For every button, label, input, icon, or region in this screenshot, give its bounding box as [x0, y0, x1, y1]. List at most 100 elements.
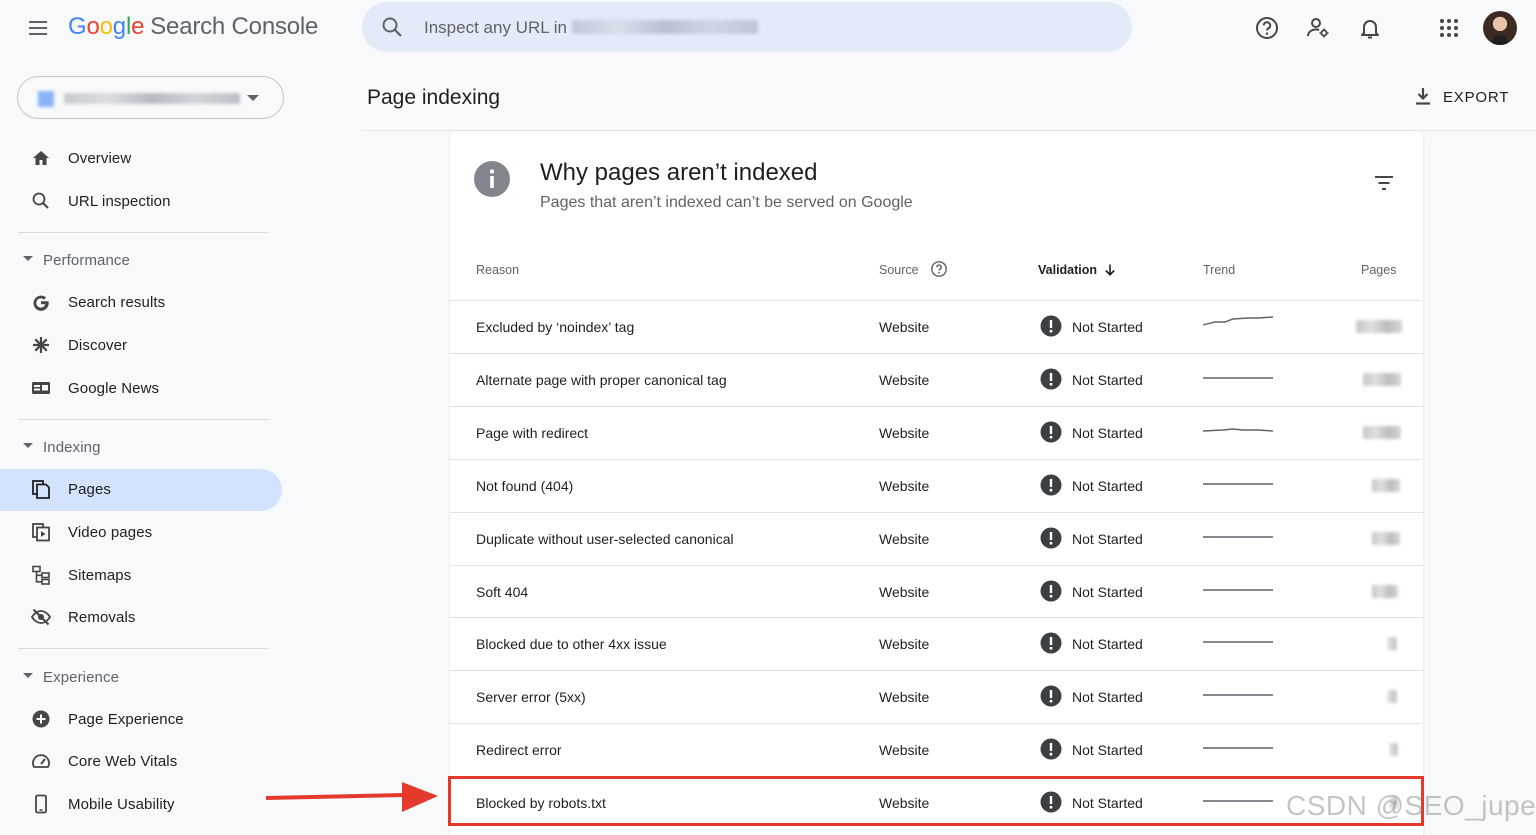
property-selector[interactable] — [17, 76, 284, 119]
alert-circle-icon — [1040, 791, 1062, 813]
product-name: Search Console — [150, 13, 319, 40]
sidebar-section-performance[interactable]: Performance — [0, 245, 282, 275]
sidebar-item-label: Core Web Vitals — [68, 753, 178, 770]
table-row[interactable]: Not found (404) Website Not Started — [450, 458, 1423, 512]
card-subtitle: Pages that aren’t indexed can’t be serve… — [540, 194, 913, 211]
trend-sparkline — [1203, 428, 1273, 432]
sidebar-item-url-inspection[interactable]: URL inspection — [0, 181, 282, 223]
column-header-trend: Trend — [1203, 263, 1236, 277]
download-icon — [1416, 88, 1430, 105]
reason-cell: Blocked by robots.txt — [476, 795, 606, 812]
trend-sparkline — [1203, 641, 1273, 644]
sidebar-item-discover[interactable]: Discover — [0, 325, 282, 367]
redacted-page-count — [1372, 531, 1400, 545]
table-row[interactable]: Blocked due to other 4xx issue Website Not… — [450, 617, 1423, 670]
notifications-icon[interactable] — [1356, 14, 1384, 42]
sidebar-item-page-experience[interactable]: Page Experience — [0, 699, 282, 741]
home-icon — [33, 151, 49, 165]
trend-sparkline — [1203, 694, 1273, 696]
validation-status: Not Started — [1072, 371, 1143, 388]
redacted-page-count — [1388, 690, 1397, 704]
table-row[interactable]: Alternate page with proper canonical tag… — [450, 352, 1423, 406]
sidebar-item-mobile-usability[interactable]: Mobile Usability — [0, 784, 282, 826]
trend-sparkline — [1203, 316, 1273, 326]
validation-status: Not Started — [1072, 424, 1143, 441]
redacted-page-count — [1356, 320, 1402, 333]
trend-sparkline — [1203, 588, 1273, 591]
url-inspection-search-input[interactable]: Inspect any URL in — [362, 2, 1132, 52]
google-g-icon — [33, 295, 49, 311]
table-row[interactable]: Excluded by ‘noindex’ tag Website Not Star… — [450, 300, 1423, 353]
sidebar-item-overview[interactable]: Overview — [0, 138, 282, 180]
export-label: EXPORT — [1443, 89, 1510, 106]
column-header-pages[interactable]: Pages — [1361, 263, 1396, 277]
top-app-bar: Google Search Console Inspect any URL in — [0, 0, 1536, 56]
table-row[interactable]: Soft 404 Website Not Started — [450, 564, 1423, 618]
table-row[interactable]: Server error (5xx) Website Not Started — [450, 670, 1423, 723]
help-icon[interactable] — [930, 260, 948, 278]
sidebar-divider — [18, 232, 269, 233]
validation-status: Not Started — [1072, 583, 1143, 600]
search-icon — [32, 192, 49, 209]
table-row[interactable]: Page with redirect Website Not Started — [450, 405, 1423, 459]
sidebar-section-indexing[interactable]: Indexing — [0, 432, 282, 462]
account-avatar[interactable] — [1483, 11, 1517, 45]
sidebar-item-core-web-vitals[interactable]: Core Web Vitals — [0, 741, 282, 783]
sidebar-item-pages[interactable]: Pages — [0, 469, 282, 511]
redacted-page-count — [1388, 637, 1397, 651]
help-icon[interactable] — [1253, 14, 1281, 42]
google-search-console-logo[interactable]: Google Search Console — [68, 13, 318, 41]
column-header-source[interactable]: Source — [879, 263, 919, 277]
sidebar-item-label: Overview — [68, 150, 132, 167]
sidebar-item-label: Google News — [68, 380, 160, 397]
table-row[interactable]: Blocked by robots.txt Website Not Started — [450, 776, 1423, 829]
sidebar-item-video-pages[interactable]: Video pages — [0, 512, 282, 554]
table-row[interactable]: Duplicate without user-selected canonica… — [450, 511, 1423, 565]
page-title: Page indexing — [367, 86, 501, 109]
manage-users-icon[interactable] — [1304, 14, 1332, 42]
sidebar-item-label: Sitemaps — [68, 567, 132, 584]
annotation-arrow-icon — [265, 782, 438, 812]
reason-cell: Alternate page with proper canonical tag — [476, 371, 727, 388]
reason-cell: Server error (5xx) — [476, 689, 586, 706]
validation-status: Not Started — [1072, 477, 1143, 494]
validation-status: Not Started — [1072, 636, 1143, 653]
reason-cell: Excluded by ‘noindex’ tag — [476, 319, 635, 335]
sidebar-item-label: Pages — [68, 481, 112, 498]
column-header-validation[interactable]: Validation — [1038, 263, 1097, 277]
redacted-page-count — [1363, 372, 1401, 386]
source-cell: Website — [879, 689, 930, 706]
table-row[interactable]: Redirect error Website Not Started — [450, 723, 1423, 776]
trend-sparkline — [1203, 482, 1273, 485]
sidebar-section-experience[interactable]: Experience — [0, 662, 282, 692]
sidebar-item-label: Discover — [68, 337, 128, 354]
redacted-page-count — [1390, 796, 1398, 810]
plus-circle-icon — [32, 710, 50, 728]
validation-status: Not Started — [1072, 795, 1143, 812]
sidebar-item-search-results[interactable]: Search results — [0, 282, 282, 324]
sort-arrow-down-icon[interactable] — [1103, 263, 1117, 277]
reason-cell: Page with redirect — [476, 424, 589, 441]
info-icon — [474, 161, 510, 197]
alert-circle-icon — [1040, 580, 1062, 601]
sidebar-item-removals[interactable]: Removals — [0, 597, 282, 639]
menu-icon[interactable] — [26, 16, 50, 40]
collapse-triangle-icon — [23, 256, 33, 261]
sidebar-item-google-news[interactable]: Google News — [0, 368, 282, 410]
speedometer-icon — [32, 754, 50, 768]
apps-grid-icon[interactable] — [1435, 14, 1463, 42]
trend-sparkline — [1203, 535, 1273, 538]
alert-circle-icon — [1040, 368, 1062, 390]
filter-icon[interactable] — [1372, 171, 1396, 195]
sidebar-item-label: Mobile Usability — [68, 796, 175, 813]
source-cell: Website — [879, 795, 930, 812]
export-button[interactable]: EXPORT — [1407, 82, 1517, 112]
sidebar-item-label: Page Experience — [68, 711, 184, 728]
alert-circle-icon — [1040, 738, 1062, 760]
sidebar-item-sitemaps[interactable]: Sitemaps — [0, 555, 282, 597]
source-cell: Website — [879, 371, 930, 388]
section-title: Performance — [43, 252, 130, 269]
reason-cell: Duplicate without user-selected canonica… — [476, 530, 734, 547]
column-header-reason[interactable]: Reason — [476, 263, 519, 277]
redacted-property-name — [572, 20, 758, 34]
